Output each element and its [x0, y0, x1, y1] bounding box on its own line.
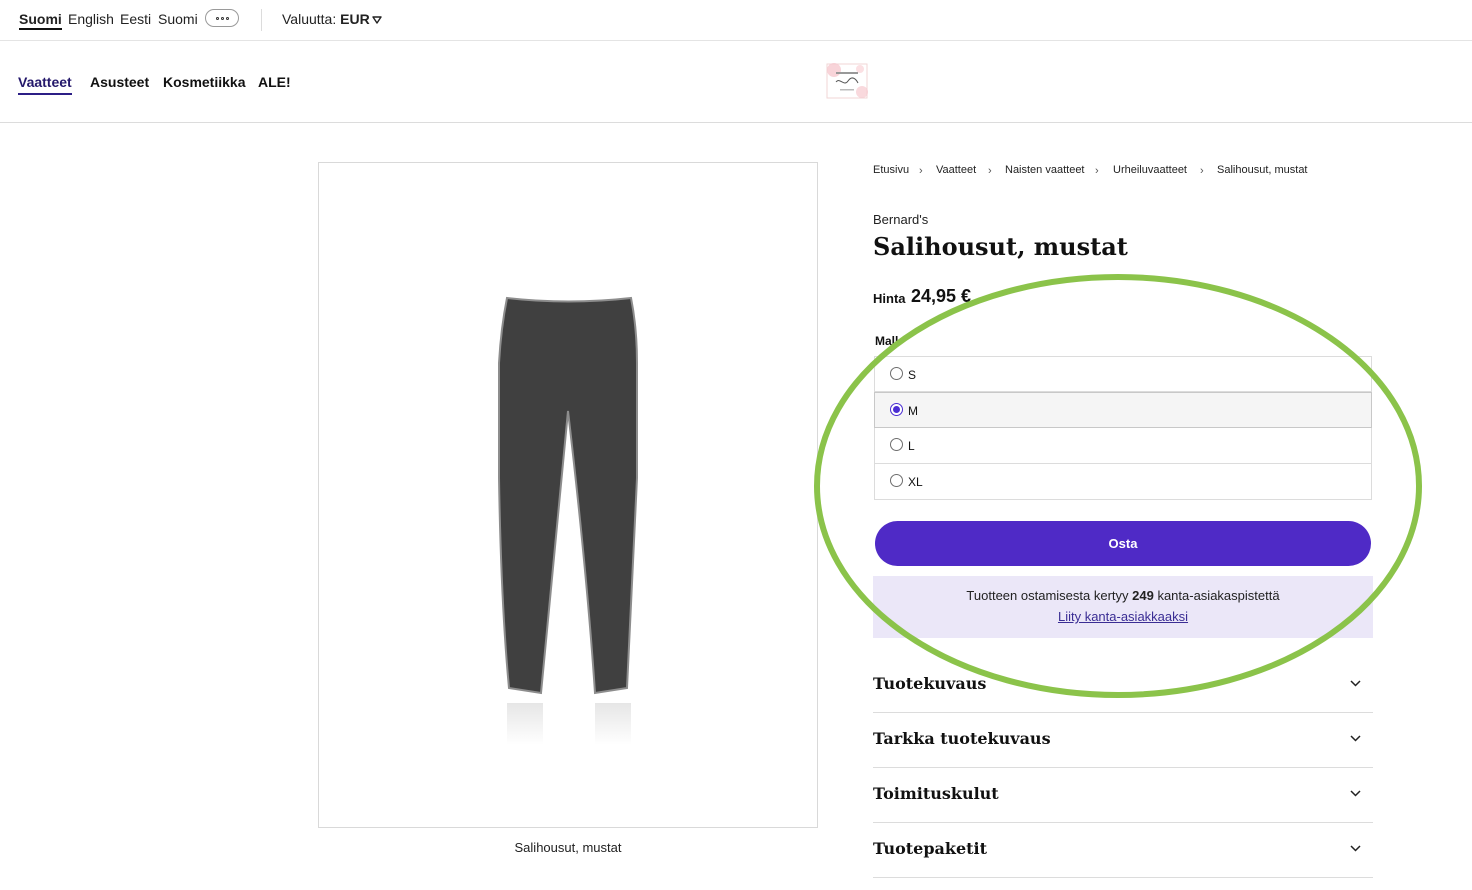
currency-selector[interactable]: Valuutta: EUR: [282, 11, 370, 27]
store-logo[interactable]: [824, 60, 870, 102]
size-option-m[interactable]: M: [874, 392, 1372, 428]
size-label: XL: [908, 475, 923, 489]
size-label: L: [908, 439, 915, 453]
chevron-down-icon: [1350, 790, 1361, 797]
leggings-image: [498, 296, 638, 745]
accordion-title: Tuotekuvaus: [873, 674, 987, 693]
loyalty-text-after: kanta-asiakaspistettä: [1153, 588, 1280, 603]
accordion-tuotepaketit[interactable]: Tuotepaketit: [873, 823, 1373, 878]
breadcrumb-etusivu[interactable]: Etusivu: [873, 164, 909, 176]
size-label: S: [908, 368, 917, 382]
currency-value: EUR: [340, 11, 370, 27]
nav-item-asusteet[interactable]: Asusteet: [90, 74, 149, 90]
nav-item-kosmetiikka[interactable]: Kosmetiikka: [163, 74, 245, 90]
product-title: Salihousut, mustat: [873, 232, 1128, 261]
breadcrumb-urheiluvaatteet[interactable]: Urheiluvaatteet: [1113, 164, 1187, 176]
nav-item-vaatteet[interactable]: Vaatteet: [18, 74, 72, 95]
price-value: 24,95 €: [911, 286, 972, 306]
join-loyalty-link[interactable]: Liity kanta-asiakkaaksi: [873, 609, 1373, 624]
accordion-title: Toimituskulut: [873, 784, 999, 803]
language-suomi[interactable]: Suomi: [19, 11, 62, 30]
chevron-right-icon: ›: [1095, 165, 1099, 177]
language-suomi-alt[interactable]: Suomi: [158, 11, 198, 27]
price-label: Hinta: [873, 291, 906, 306]
size-label: M: [908, 404, 918, 418]
chevron-down-icon[interactable]: [372, 16, 382, 24]
main-nav: Vaatteet Asusteet Kosmetiikka ALE!: [0, 41, 1472, 123]
accordion-toimituskulut[interactable]: Toimituskulut: [873, 768, 1373, 823]
language-eesti[interactable]: Eesti: [120, 11, 151, 27]
more-dots-icon: [215, 16, 219, 20]
loyalty-text-before: Tuotteen ostamisesta kertyy: [966, 588, 1133, 603]
image-caption: Salihousut, mustat: [514, 840, 622, 855]
radio-l[interactable]: [890, 438, 903, 451]
more-languages-button[interactable]: [205, 9, 239, 27]
loyalty-text: Tuotteen ostamisesta kertyy 249 kanta-as…: [873, 588, 1373, 603]
more-dots-icon: [225, 16, 229, 20]
breadcrumb-vaatteet[interactable]: Vaatteet: [936, 164, 976, 176]
product-image[interactable]: [318, 162, 818, 828]
size-option-xl[interactable]: XL: [874, 464, 1372, 500]
chevron-down-icon: [1350, 680, 1361, 687]
chevron-right-icon: ›: [1200, 165, 1204, 177]
accordion-title: Tuotepaketit: [873, 839, 987, 858]
currency-label: Valuutta:: [282, 11, 337, 27]
accordion-title: Tarkka tuotekuvaus: [873, 729, 1051, 748]
chevron-down-icon: [1350, 845, 1361, 852]
chevron-right-icon: ›: [919, 165, 923, 177]
buy-button[interactable]: Osta: [875, 521, 1371, 566]
size-option-s[interactable]: S: [874, 356, 1372, 392]
more-dots-icon: [220, 16, 224, 20]
loyalty-points: 249: [1132, 588, 1154, 603]
radio-s[interactable]: [890, 367, 903, 380]
model-label: Mall: [875, 334, 899, 348]
size-options: S M L XL: [874, 356, 1372, 500]
accordion-tarkka-tuotekuvaus[interactable]: Tarkka tuotekuvaus: [873, 713, 1373, 768]
accordion-tuotekuvaus[interactable]: Tuotekuvaus: [873, 658, 1373, 713]
product-brand[interactable]: Bernard's: [873, 212, 928, 227]
chevron-right-icon: ›: [988, 165, 992, 177]
chevron-down-icon: [1350, 735, 1361, 742]
language-english[interactable]: English: [68, 11, 114, 27]
loyalty-info: Tuotteen ostamisesta kertyy 249 kanta-as…: [873, 576, 1373, 638]
radio-m[interactable]: [890, 403, 903, 416]
nav-item-ale[interactable]: ALE!: [258, 74, 291, 90]
breadcrumb-current: Salihousut, mustat: [1217, 164, 1308, 176]
radio-xl[interactable]: [890, 474, 903, 487]
language-bar: Suomi English Eesti Suomi Valuutta: EUR: [0, 0, 1472, 41]
breadcrumb-naisten-vaatteet[interactable]: Naisten vaatteet: [1005, 164, 1085, 176]
size-option-l[interactable]: L: [874, 428, 1372, 464]
divider: [261, 9, 262, 31]
